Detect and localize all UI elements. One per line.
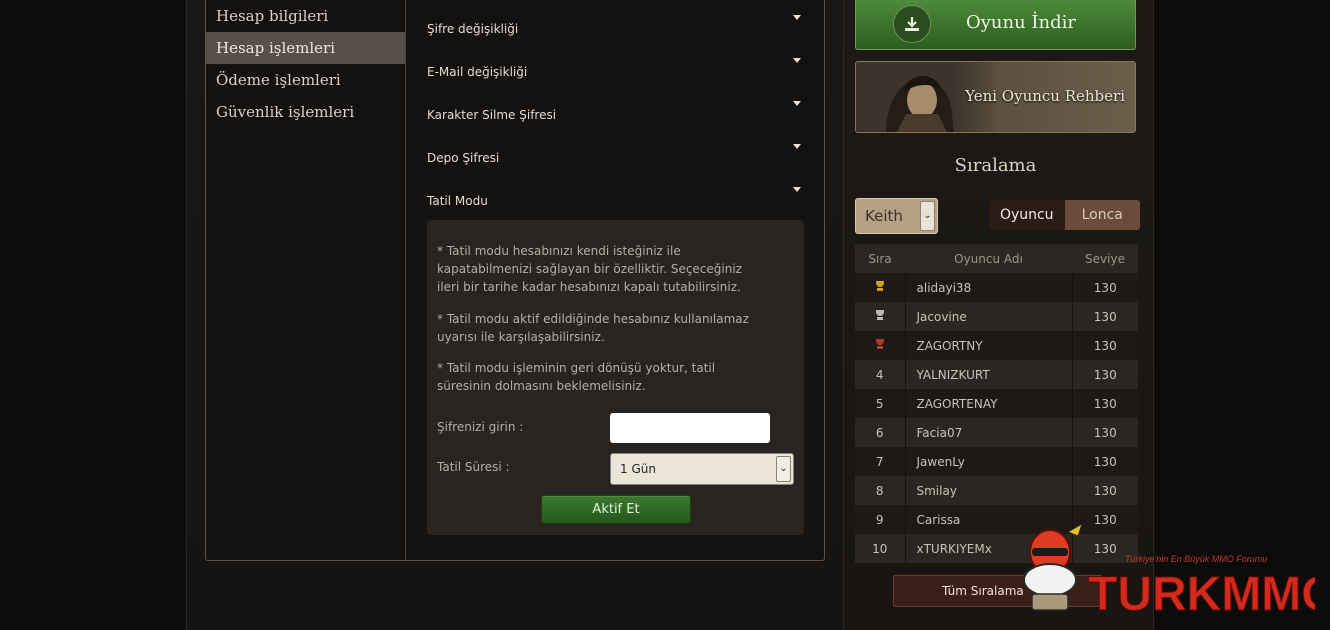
page-gutter-right [1154,0,1330,630]
level-cell: 130 [1072,505,1138,534]
column-header-level: Seviye [1072,244,1138,273]
accordion-label: Tatil Modu [427,194,488,208]
column-header-rank: Sıra [855,244,905,273]
page-gutter-left [0,0,186,630]
player-name-cell[interactable]: ZAGORTENAY [905,389,1073,418]
accordion-storage-password[interactable]: Depo Şifresi [427,129,805,172]
level-cell: 130 [1072,302,1138,331]
table-row: alidayi38 130 [855,273,1138,302]
table-row: 4 YALNIZKURT 130 [855,360,1138,389]
trophy-icon [874,280,886,292]
column-header-player: Oyuncu Adı [905,244,1072,273]
vacation-note: * Tatil modu hesabınızı kendi isteğiniz … [437,244,742,294]
table-header-row: Sıra Oyuncu Adı Seviye [855,244,1138,273]
rank-cell: 7 [855,447,906,476]
accordion-email-change[interactable]: E-Mail değişikliği [427,43,805,86]
accordion-label: E-Mail değişikliği [427,65,528,79]
accordion-vacation-mode[interactable]: Tatil Modu [427,172,805,215]
menu-item-security-actions[interactable]: Güvenlik işlemleri [206,96,405,128]
password-input[interactable] [610,413,770,443]
player-name-cell[interactable]: ZAGORTNY [905,331,1073,360]
duration-select[interactable]: 1 Gün ⌄ [610,453,794,485]
server-selected-value: Keith [865,207,903,225]
tab-player[interactable]: Oyuncu [989,200,1065,230]
level-cell: 130 [1072,360,1138,389]
table-row: ZAGORTNY 130 [855,331,1138,360]
ranking-title: Sıralama [954,155,1037,176]
rank-cell [855,302,906,331]
trophy-icon [874,338,886,350]
accordion-character-delete-password[interactable]: Karakter Silme Şifresi [427,86,805,129]
player-name-cell[interactable]: Smilay [905,476,1073,505]
rank-cell [855,331,906,360]
caret-down-icon [793,15,801,20]
rank-cell: 8 [855,476,906,505]
table-row: 7 JawenLy 130 [855,447,1138,476]
player-name-cell[interactable]: xTURKIYEMx [905,534,1073,563]
vacation-note: * Tatil modu aktif edildiğinde hesabınız… [437,312,749,344]
player-name-cell[interactable]: Jacovine [905,302,1073,331]
new-player-guide-banner[interactable]: Yeni Oyuncu Rehberi [855,61,1136,133]
activate-button[interactable]: Aktif Et [541,495,691,524]
account-actions-accordion: Şifre değişikliği E-Mail değişikliği Kar… [427,0,805,215]
level-cell: 130 [1072,534,1138,563]
table-row: 8 Smilay 130 [855,476,1138,505]
player-name-cell[interactable]: alidayi38 [905,273,1073,302]
rank-cell: 10 [855,534,906,563]
table-row: 9 Carissa 130 [855,505,1138,534]
chevron-down-icon: ⌄ [776,456,791,482]
rank-cell: 9 [855,505,906,534]
download-label: Oyunu İndir [966,12,1077,33]
level-cell: 130 [1072,447,1138,476]
player-name-cell[interactable]: Facia07 [905,418,1073,447]
guide-label: Yeni Oyuncu Rehberi [965,87,1125,105]
caret-down-icon [793,101,801,106]
ranking-table: Sıra Oyuncu Adı Seviye alidayi38 130 Jacov… [855,244,1138,563]
download-game-button[interactable]: Oyunu İndir [855,0,1136,50]
chevron-down-icon: ⌄ [920,201,935,231]
caret-down-icon [793,58,801,63]
table-row: 6 Facia07 130 [855,418,1138,447]
accordion-label: Depo Şifresi [427,151,500,165]
duration-selected-value: 1 Gün [620,462,656,476]
menu-item-account-info[interactable]: Hesap bilgileri [206,0,405,32]
level-cell: 130 [1072,331,1138,360]
rank-cell [855,273,906,302]
tab-guild[interactable]: Lonca [1064,200,1140,230]
table-row: 10 xTURKIYEMx 130 [855,534,1138,563]
rank-cell: 6 [855,418,906,447]
vacation-mode-panel: * Tatil modu hesabınızı kendi isteğiniz … [427,220,804,535]
player-name-cell[interactable]: Carissa [905,505,1073,534]
level-cell: 130 [1072,418,1138,447]
level-cell: 130 [1072,273,1138,302]
menu-item-account-actions[interactable]: Hesap işlemleri [206,32,405,64]
download-icon [893,5,931,43]
trophy-icon [874,309,886,321]
player-name-cell[interactable]: YALNIZKURT [905,360,1073,389]
menu-item-payment-actions[interactable]: Ödeme işlemleri [206,64,405,96]
vacation-note: * Tatil modu işleminin geri dönüşü yoktu… [437,361,716,393]
accordion-label: Karakter Silme Şifresi [427,108,557,122]
table-row: 5 ZAGORTENAY 130 [855,389,1138,418]
rank-cell: 5 [855,389,906,418]
rank-cell: 4 [855,360,906,389]
duration-label: Tatil Süresi : [437,460,510,474]
server-select[interactable]: Keith ⌄ [855,198,938,234]
all-rankings-button[interactable]: Tüm Sıralama [893,575,1102,607]
level-cell: 130 [1072,389,1138,418]
player-name-cell[interactable]: JawenLy [905,447,1073,476]
table-row: Jacovine 130 [855,302,1138,331]
account-menu: Hesap bilgileri Hesap işlemleri Ödeme iş… [206,0,406,560]
level-cell: 130 [1072,476,1138,505]
caret-down-icon [793,187,801,192]
accordion-label: Şifre değişikliği [427,22,519,36]
ranking-type-toggle: Oyuncu Lonca [989,200,1140,230]
password-label: Şifrenizi girin : [437,420,524,434]
accordion-password-change[interactable]: Şifre değişikliği [427,0,805,43]
caret-down-icon [793,144,801,149]
